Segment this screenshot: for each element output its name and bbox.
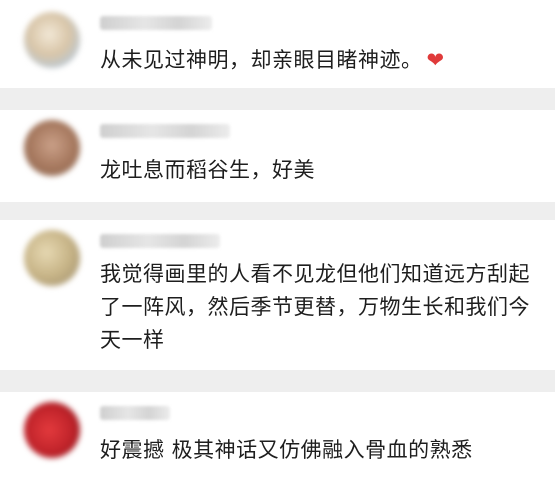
heart-icon: ❤ (426, 48, 445, 72)
comment-card: 龙吐息而稻谷生，好美 (0, 110, 555, 202)
comment-text: 从未见过神明，却亲眼目睹神迹。 ❤ (100, 48, 445, 72)
comment-text: 好震撼 极其神话又仿佛融入骨血的熟悉 (100, 438, 473, 462)
username-blurred[interactable] (100, 16, 212, 30)
username-blurred[interactable] (100, 406, 170, 420)
comment-text: 我觉得画里的人看不见龙但他们知道远方刮起了一阵风，然后季节更替，万物生长和我们今… (100, 262, 530, 352)
comment-card: 从未见过神明，却亲眼目睹神迹。 ❤ (0, 0, 555, 88)
avatar[interactable] (24, 120, 80, 176)
avatar[interactable] (24, 402, 80, 458)
comment-text: 龙吐息而稻谷生，好美 (100, 158, 315, 182)
avatar[interactable] (24, 12, 80, 68)
avatar[interactable] (24, 230, 80, 286)
comment-card: 好震撼 极其神话又仿佛融入骨血的熟悉 (0, 392, 555, 489)
username-blurred[interactable] (100, 124, 230, 138)
comment-card: 我觉得画里的人看不见龙但他们知道远方刮起了一阵风，然后季节更替，万物生长和我们今… (0, 220, 555, 370)
username-blurred[interactable] (100, 234, 220, 248)
